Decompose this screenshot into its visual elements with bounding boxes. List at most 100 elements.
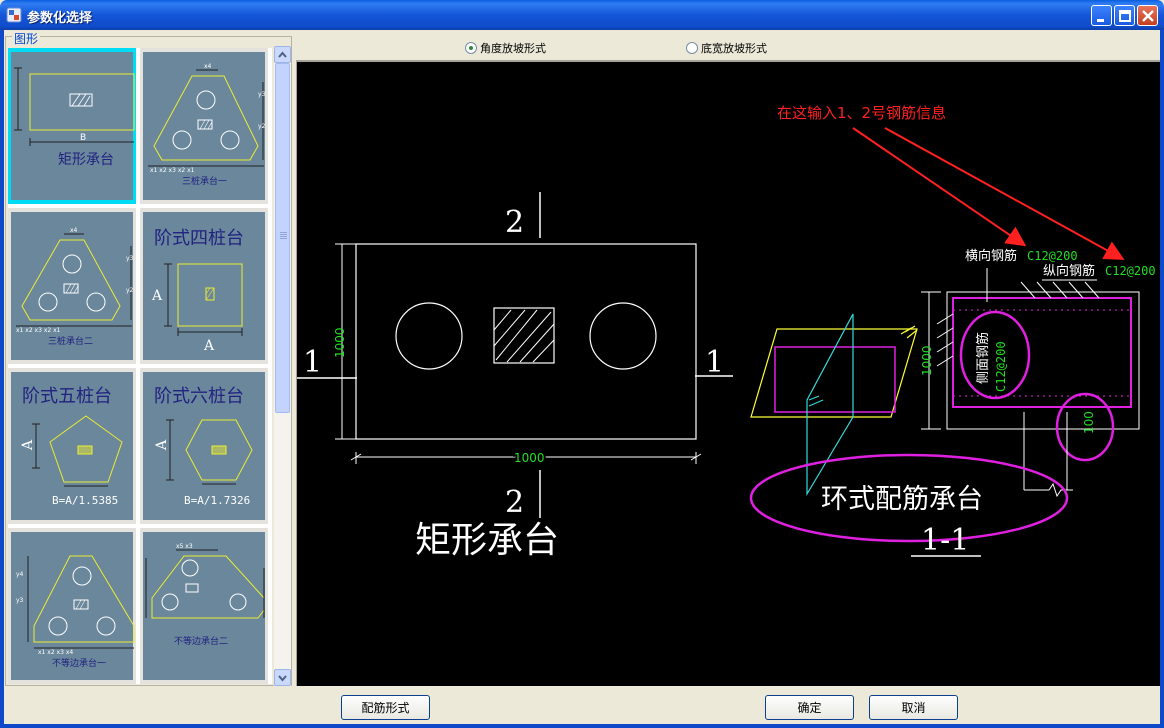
radio-label: 角度放坡形式 bbox=[480, 42, 546, 55]
step-six-pile-drawing: 阶式六桩台 A B=A/1.7326 bbox=[154, 386, 253, 507]
thumbnail-caption: 阶式五桩台 bbox=[22, 386, 112, 407]
dim-a-label: A bbox=[151, 288, 163, 304]
iso-ring-rebar bbox=[774, 346, 896, 413]
thumbnail-caption: 阶式四桩台 bbox=[154, 228, 244, 249]
close-icon bbox=[1142, 10, 1154, 22]
reinforcement-style-button[interactable]: 配筋形式 bbox=[341, 695, 430, 720]
maximize-icon bbox=[1119, 10, 1131, 22]
section-mark-right: 1 bbox=[705, 345, 724, 380]
thumbnail-caption: 三桩承台二 bbox=[48, 335, 93, 347]
title-bar: 参数化选择 bbox=[0, 0, 1164, 30]
pile-left bbox=[395, 302, 463, 370]
drawing-canvas: 在这输入1、2号钢筋信息 2 2 1 1 1000 1000 矩形承台 横向钢筋… bbox=[296, 60, 1160, 686]
svg-text:x1 x2 x3 x4: x1 x2 x3 x4 bbox=[38, 649, 73, 656]
radio-indicator[interactable] bbox=[686, 42, 698, 54]
app-icon bbox=[6, 7, 22, 23]
svg-text:x4: x4 bbox=[70, 227, 78, 234]
svg-text:x4: x4 bbox=[204, 63, 212, 70]
thumbnail-scrollbar[interactable] bbox=[274, 46, 291, 686]
scroll-grip bbox=[280, 232, 287, 240]
thumbnail-step-six-pile[interactable]: 阶式六桩台 A B=A/1.7326 bbox=[140, 368, 268, 524]
radio-indicator[interactable] bbox=[465, 42, 477, 54]
svg-text:y3: y3 bbox=[126, 255, 134, 262]
scroll-down-button[interactable] bbox=[274, 669, 291, 686]
three-pile-1-drawing: x4 y3 y2 x1 x2 x3 x2 x1 三桩承台一 bbox=[148, 63, 266, 187]
svg-text:y3: y3 bbox=[258, 91, 266, 98]
thumbnail-caption: 阶式六桩台 bbox=[154, 386, 244, 407]
dim-a-label-bottom: A bbox=[203, 338, 215, 354]
drawing-caption: 矩形承台 bbox=[415, 520, 559, 561]
ring-caption: 环式配筋承台 bbox=[821, 484, 983, 515]
dim-width-label: 1000 bbox=[514, 451, 545, 465]
svg-text:y2: y2 bbox=[258, 123, 266, 130]
section-mark-top: 2 bbox=[505, 205, 524, 240]
ok-button[interactable]: 确定 bbox=[765, 695, 854, 720]
svg-text:y3: y3 bbox=[16, 597, 24, 604]
thumbnail-unequal-2[interactable]: x5 x3 不等边承台二 bbox=[140, 528, 268, 684]
rect-cap-drawing: B 矩形承台 bbox=[14, 67, 135, 168]
longitudinal-rebar-value: C12@200 bbox=[1105, 264, 1156, 278]
side-rebar-value: C12@200 bbox=[994, 341, 1008, 392]
thumbnail-caption: 矩形承台 bbox=[58, 152, 114, 168]
chevron-down-icon bbox=[278, 675, 287, 682]
window-border-left bbox=[0, 30, 4, 728]
maximize-button[interactable] bbox=[1114, 5, 1135, 26]
minimize-icon bbox=[1097, 19, 1104, 22]
dim-height-label: 1000 bbox=[333, 327, 347, 358]
scroll-thumb[interactable] bbox=[275, 63, 290, 413]
annotation-arrow-2 bbox=[884, 127, 1125, 260]
svg-text:x1 x2 x3 x2 x1: x1 x2 x3 x2 x1 bbox=[150, 167, 195, 174]
unequal-1-drawing: y4 y3 x1 x2 x3 x4 不等边承台一 bbox=[16, 555, 135, 669]
svg-text:x1 x2 x3 x2 x1: x1 x2 x3 x2 x1 bbox=[16, 327, 61, 334]
thumbnail-formula: B=A/1.7326 bbox=[184, 494, 250, 507]
close-button[interactable] bbox=[1137, 5, 1158, 26]
svg-text:x5 x3: x5 x3 bbox=[176, 543, 193, 550]
iso-cap-outline bbox=[750, 328, 918, 418]
longitudinal-rebar-label: 纵向钢筋 bbox=[1043, 263, 1095, 279]
thumbnail-caption: 不等边承台一 bbox=[52, 657, 106, 669]
cad-drawing: 在这输入1、2号钢筋信息 2 2 1 1 1000 1000 矩形承台 横向钢筋… bbox=[297, 104, 1156, 561]
chevron-up-icon bbox=[278, 51, 287, 58]
section-mark-left: 1 bbox=[303, 345, 322, 380]
dim-a-label: A bbox=[154, 439, 170, 451]
unequal-2-drawing: x5 x3 不等边承台二 bbox=[145, 543, 265, 647]
svg-text:y2: y2 bbox=[126, 287, 134, 294]
step-five-pile-drawing: 阶式五桩台 A B=A/1.5385 bbox=[20, 386, 123, 507]
thumbnail-formula: B=A/1.5385 bbox=[52, 494, 118, 507]
dim-b-label: B bbox=[80, 133, 86, 143]
thumbnail-three-pile-2[interactable]: x4 y3 y2 x1 x2 x3 x2 x1 三桩承台二 bbox=[8, 208, 136, 364]
window-title: 参数化选择 bbox=[27, 11, 93, 26]
group-label: 图形 bbox=[12, 30, 41, 47]
thumbnail-step-four-pile[interactable]: 阶式四桩台 A A bbox=[140, 208, 268, 364]
thumbnail-caption: 三桩承台一 bbox=[182, 175, 227, 187]
thumbnail-unequal-1[interactable]: y4 y3 x1 x2 x3 x4 不等边承台一 bbox=[8, 528, 136, 684]
step-four-pile-drawing: 阶式四桩台 A A bbox=[151, 228, 244, 354]
thumbnail-rect-cap[interactable]: B 矩形承台 bbox=[8, 48, 136, 204]
horizontal-rebar-label: 横向钢筋 bbox=[965, 248, 1017, 264]
side-rebar-label: 侧面钢筋 bbox=[975, 332, 991, 384]
thumbnail-caption: 不等边承台二 bbox=[174, 635, 228, 647]
minimize-button[interactable] bbox=[1091, 5, 1112, 26]
cap-outline bbox=[355, 243, 697, 440]
annotation-text: 在这输入1、2号钢筋信息 bbox=[777, 104, 946, 122]
horizontal-rebar-value: C12@200 bbox=[1027, 249, 1078, 263]
slope-mode-bar: 角度放坡形式 底宽放坡形式 bbox=[295, 34, 1160, 58]
pile-right bbox=[589, 302, 657, 370]
radio-angle-slope[interactable]: 角度放坡形式 bbox=[465, 40, 546, 56]
svg-text:y4: y4 bbox=[16, 571, 24, 578]
thumbnail-list: B 矩形承台 x4 y3 y2 x1 x2 x3 x2 x1 三桩承台一 x4 … bbox=[8, 48, 272, 684]
three-pile-2-drawing: x4 y3 y2 x1 x2 x3 x2 x1 三桩承台二 bbox=[16, 227, 134, 347]
section-dim-height: 1000 bbox=[920, 345, 934, 376]
thumbnail-step-five-pile[interactable]: 阶式五桩台 A B=A/1.5385 bbox=[8, 368, 136, 524]
radio-width-slope[interactable]: 底宽放坡形式 bbox=[686, 40, 767, 56]
section-mark-bottom: 2 bbox=[505, 485, 524, 520]
dim-a-label: A bbox=[20, 439, 36, 451]
bottom-bar: 配筋形式 确定 取消 bbox=[4, 686, 1160, 724]
radio-label: 底宽放坡形式 bbox=[701, 42, 767, 55]
thumbnail-three-pile-1[interactable]: x4 y3 y2 x1 x2 x3 x2 x1 三桩承台一 bbox=[140, 48, 268, 204]
section-label: 1-1 bbox=[921, 523, 969, 558]
annotation-arrow-1 bbox=[852, 127, 1027, 247]
cover-dim-label: 100 bbox=[1082, 411, 1096, 434]
cancel-button[interactable]: 取消 bbox=[869, 695, 958, 720]
scroll-up-button[interactable] bbox=[274, 46, 291, 63]
